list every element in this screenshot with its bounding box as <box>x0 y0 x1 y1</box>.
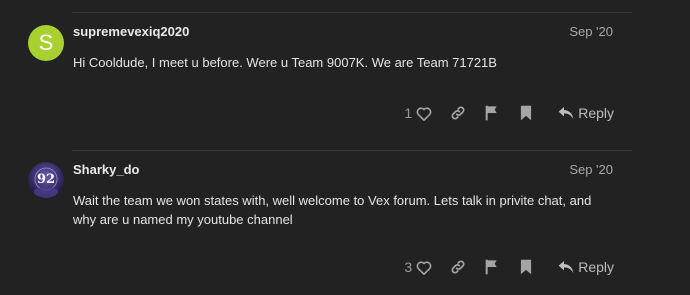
post: 92 Sharky_do Sep '20 Wait the team we wo… <box>0 150 690 295</box>
reply-button[interactable]: Reply <box>558 102 614 124</box>
heart-icon <box>416 260 432 275</box>
avatar-letter: S <box>38 30 54 55</box>
topic-thread: S supremevexiq2020 Sep '20 Hi Cooldude, … <box>0 0 690 295</box>
bookmark-icon <box>520 105 532 121</box>
reply-button[interactable]: Reply <box>558 256 614 278</box>
avatar-image: 92 <box>28 162 64 198</box>
copy-link-button[interactable] <box>450 102 466 124</box>
flag-icon <box>485 259 499 275</box>
post-date[interactable]: Sep '20 <box>569 24 613 39</box>
post-actions: 1 Reply <box>404 102 614 124</box>
like-count: 3 <box>404 259 413 275</box>
flag-icon <box>485 105 499 121</box>
like-button[interactable]: 1 <box>404 102 432 124</box>
post: S supremevexiq2020 Sep '20 Hi Cooldude, … <box>0 0 690 150</box>
post-date[interactable]: Sep '20 <box>569 162 613 177</box>
username[interactable]: supremevexiq2020 <box>73 24 189 39</box>
reply-label: Reply <box>578 105 614 121</box>
avatar-badge: 92 <box>37 172 55 187</box>
like-count: 1 <box>404 105 413 121</box>
heart-icon <box>416 106 432 121</box>
bookmark-button[interactable] <box>518 102 534 124</box>
reply-icon <box>558 106 578 120</box>
bookmark-button[interactable] <box>518 256 534 278</box>
post-body: Wait the team we won states with, well w… <box>73 193 592 227</box>
like-button[interactable]: 3 <box>404 256 432 278</box>
link-icon <box>450 259 466 275</box>
link-icon <box>450 105 466 121</box>
bookmark-icon <box>520 259 532 275</box>
reply-label: Reply <box>578 259 614 275</box>
post-actions: 3 Reply <box>404 256 614 278</box>
avatar[interactable]: S <box>28 25 64 61</box>
copy-link-button[interactable] <box>450 256 466 278</box>
username[interactable]: Sharky_do <box>73 162 139 177</box>
flag-button[interactable] <box>484 256 500 278</box>
reply-icon <box>558 260 578 274</box>
post-body: Hi Cooldude, I meet u before. Were u Tea… <box>73 55 497 70</box>
avatar[interactable]: 92 <box>28 162 64 198</box>
flag-button[interactable] <box>484 102 500 124</box>
